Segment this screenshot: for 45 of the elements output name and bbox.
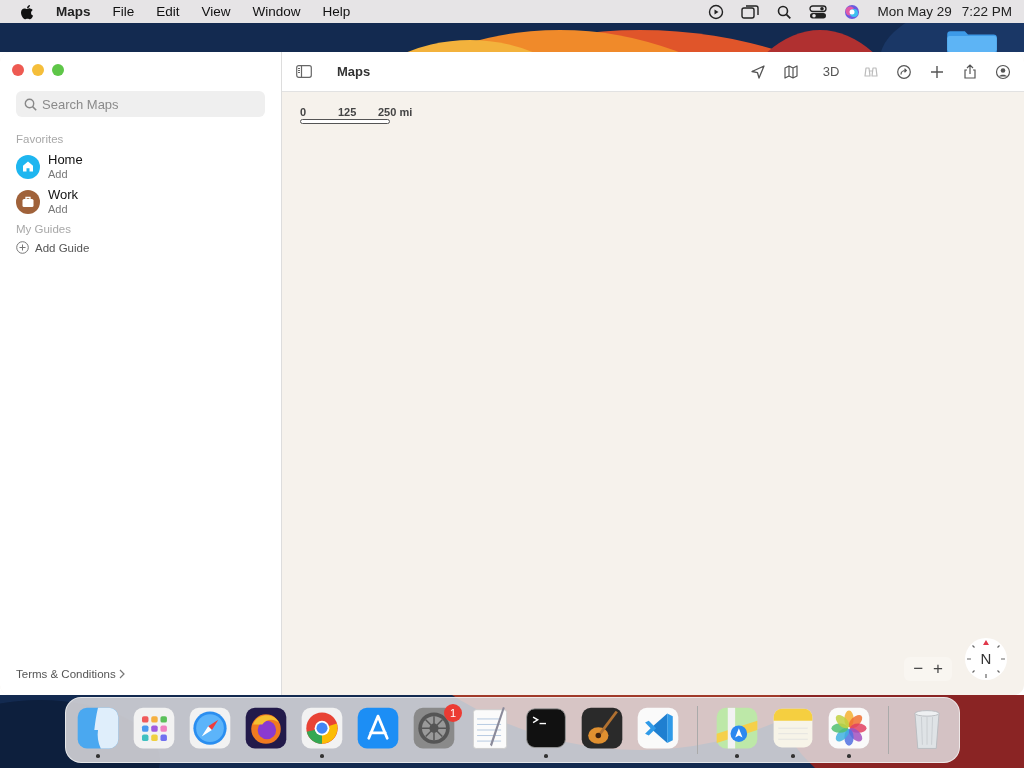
scale-label: 125 xyxy=(338,106,358,118)
add-circle-icon[interactable] xyxy=(16,241,29,254)
menu-item[interactable]: File xyxy=(112,4,135,19)
chevron-right-icon[interactable] xyxy=(118,669,125,679)
notification-badge: 1 xyxy=(444,704,462,722)
windows-icon[interactable] xyxy=(741,3,760,20)
house-icon[interactable] xyxy=(16,155,40,179)
favorite-title[interactable]: Home xyxy=(48,153,83,167)
orb-icon[interactable] xyxy=(843,3,862,20)
location-arrow-icon[interactable] xyxy=(750,63,766,80)
search-icon[interactable] xyxy=(775,3,794,20)
terms-link[interactable]: Terms & Conditions xyxy=(16,668,116,680)
menu-bar-time[interactable]: 7:22 PM xyxy=(961,4,1012,19)
menu-item[interactable]: Maps xyxy=(56,4,91,19)
zoom-in-button[interactable]: + xyxy=(930,659,946,679)
plus-icon[interactable] xyxy=(929,63,945,80)
favorite-subtitle: Add xyxy=(48,202,69,216)
section-heading: Favorites xyxy=(16,133,65,145)
toolbar-button[interactable]: 3D xyxy=(816,60,846,83)
menu-item[interactable]: Help xyxy=(322,4,351,19)
search-field[interactable]: Search Maps xyxy=(16,91,265,117)
section-heading: My Guides xyxy=(16,223,72,235)
menu-item[interactable]: Edit xyxy=(156,4,180,19)
zoom-out-button[interactable]: − xyxy=(910,659,927,679)
favorite-subtitle: Add xyxy=(48,167,69,181)
map-icon[interactable] xyxy=(783,63,799,80)
play-icon[interactable] xyxy=(707,3,726,20)
compass[interactable]: N xyxy=(964,637,1008,681)
scale-label: 250 mi xyxy=(378,106,413,118)
favorite-title[interactable]: Work xyxy=(48,188,79,202)
close-button[interactable] xyxy=(12,64,24,76)
menu-bar-date[interactable]: Mon May 29 xyxy=(877,4,952,19)
share-icon[interactable] xyxy=(962,63,978,80)
search-icon xyxy=(24,98,37,111)
map-area[interactable]: 0 125 250 mi − + N xyxy=(282,92,1024,695)
scale-label: 0 xyxy=(300,106,308,118)
add-guide-link[interactable]: Add Guide xyxy=(35,241,90,254)
menu-item[interactable]: Window xyxy=(252,4,301,19)
apple-logo-icon[interactable] xyxy=(20,3,34,20)
menu-item[interactable]: View xyxy=(201,4,231,19)
toggles-icon[interactable] xyxy=(809,3,828,20)
briefcase-icon[interactable] xyxy=(16,190,40,214)
account-icon[interactable] xyxy=(995,63,1011,80)
window-title: Maps xyxy=(337,64,372,79)
sidebar-toggle-icon[interactable] xyxy=(296,65,312,78)
